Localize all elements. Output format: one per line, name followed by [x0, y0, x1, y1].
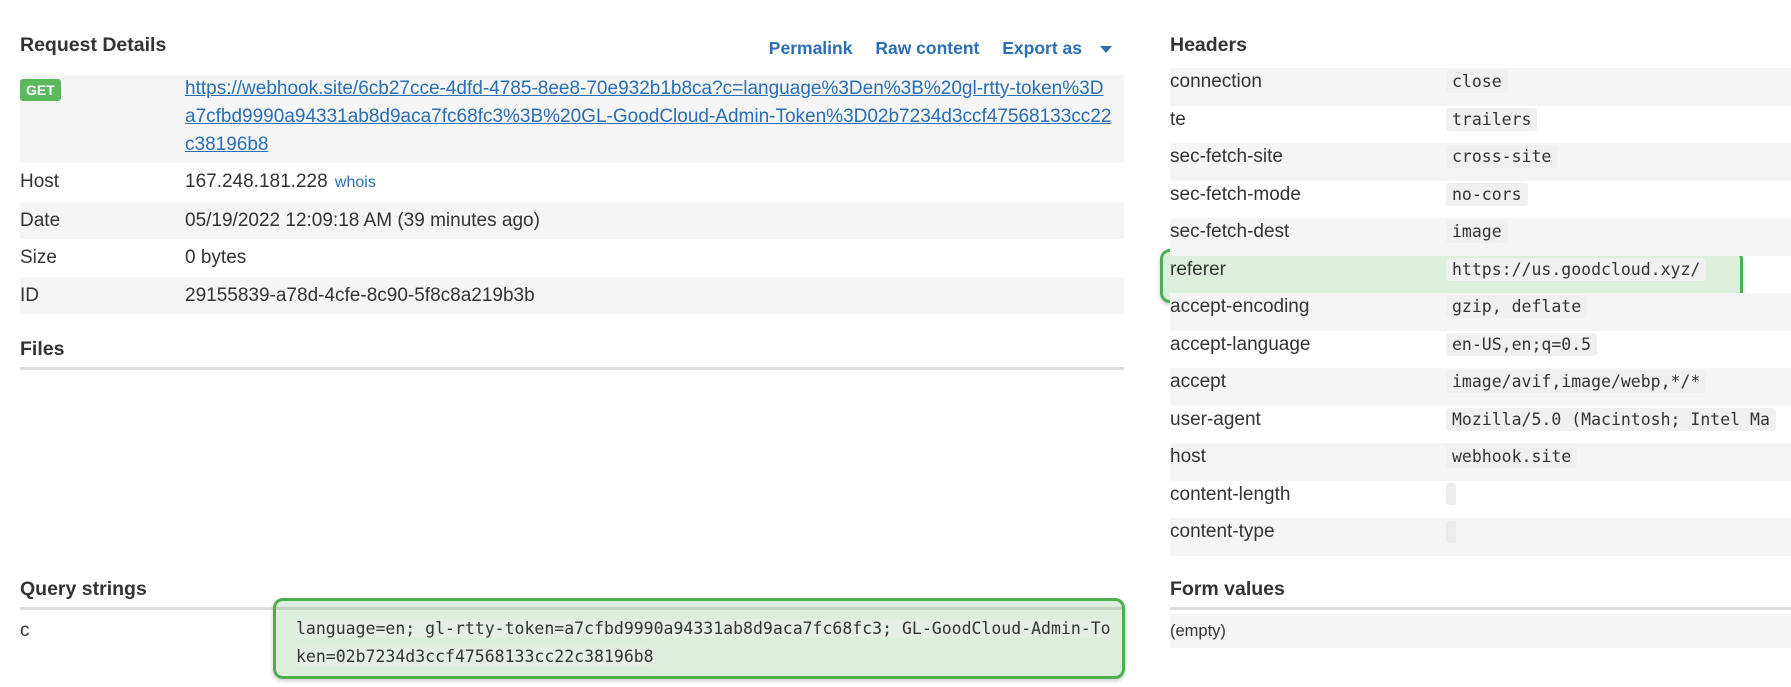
header-value: close [1446, 70, 1508, 93]
header-value-cell [1446, 481, 1791, 519]
method-badge: GET [20, 79, 61, 101]
form-divider [1170, 607, 1791, 610]
header-name: connection [1170, 71, 1262, 92]
headers-title: Headers [1170, 34, 1247, 56]
request-actions: Permalink Raw content Export as [751, 38, 1112, 59]
header-value-cell [1446, 518, 1791, 556]
header-name: referer [1170, 258, 1226, 280]
host-label: Host [20, 171, 60, 192]
header-value-cell: Mozilla/5.0 (Macintosh; Intel Ma [1446, 406, 1791, 444]
request-url-link[interactable]: https://webhook.site/6cb27cce-4dfd-4785-… [185, 78, 1111, 155]
header-name: user-agent [1170, 408, 1261, 430]
url-cell: https://webhook.site/6cb27cce-4dfd-4785-… [185, 75, 1124, 163]
header-value-empty [1446, 483, 1456, 506]
request-url-row: GET https://webhook.site/6cb27cce-4dfd-4… [20, 75, 1124, 163]
header-name: accept [1170, 371, 1226, 392]
form-values-title: Form values [1170, 578, 1285, 600]
header-name: sec-fetch-mode [1170, 183, 1301, 205]
size-value: 0 bytes [185, 247, 247, 268]
header-value-cell: en-US,en;q=0.5 [1446, 331, 1791, 369]
host-value-cell: 167.248.181.228 whois [185, 163, 1124, 202]
export-as-label: Export as [1002, 38, 1082, 58]
query-key: c [20, 620, 30, 641]
header-row: host webhook.site [1170, 443, 1791, 481]
header-value: webhook.site [1446, 445, 1578, 468]
header-value-empty [1446, 520, 1456, 543]
header-value: trailers [1446, 107, 1538, 131]
header-row: accept-encoding gzip, deflate [1170, 293, 1791, 331]
header-value: https://us.goodcloud.xyz/ [1446, 257, 1707, 281]
header-name: host [1170, 446, 1206, 467]
header-row: te trailers [1170, 106, 1791, 144]
id-value: 29155839-a78d-4cfe-8c90-5f8c8a219b3b [185, 284, 535, 306]
header-value-cell: cross-site [1446, 143, 1791, 181]
header-name: accept-language [1170, 333, 1311, 355]
request-details-title: Request Details [20, 34, 167, 56]
header-row: user-agent Mozilla/5.0 (Macintosh; Intel … [1170, 406, 1791, 444]
header-value-cell: close [1446, 68, 1791, 106]
query-value-text: language=en; gl-rtty-token=a7cfbd9990a94… [296, 619, 1111, 666]
header-value: image/avif,image/webp,*/* [1446, 370, 1707, 393]
header-name: te [1170, 108, 1186, 130]
query-strings-title: Query strings [20, 578, 147, 600]
header-row: sec-fetch-mode no-cors [1170, 181, 1791, 219]
header-row: connection close [1170, 68, 1791, 106]
whois-link[interactable]: whois [335, 174, 376, 191]
header-row: content-length [1170, 481, 1791, 519]
header-row: sec-fetch-dest image [1170, 218, 1791, 256]
files-title: Files [20, 338, 65, 360]
host-row: Host 167.248.181.228 whois [20, 163, 1124, 202]
header-name: sec-fetch-site [1170, 146, 1283, 167]
size-label: Size [20, 247, 57, 268]
header-name: accept-encoding [1170, 296, 1310, 317]
header-value-cell: webhook.site [1446, 443, 1791, 481]
header-value-cell: no-cors [1446, 181, 1791, 219]
header-value-cell: trailers [1446, 106, 1791, 144]
date-label: Date [20, 209, 61, 231]
id-row: ID 29155839-a78d-4cfe-8c90-5f8c8a219b3b [20, 276, 1124, 314]
header-value: Mozilla/5.0 (Macintosh; Intel Ma [1446, 407, 1776, 431]
header-value-cell: image [1446, 218, 1791, 256]
header-name: content-length [1170, 483, 1291, 505]
header-name: content-type [1170, 521, 1275, 542]
permalink-link[interactable]: Permalink [769, 38, 853, 58]
chevron-down-icon [1100, 45, 1112, 53]
host-value: 167.248.181.228 [185, 171, 328, 192]
header-row: content-type [1170, 518, 1791, 556]
header-value: en-US,en;q=0.5 [1446, 332, 1598, 356]
header-row: sec-fetch-site cross-site [1170, 143, 1791, 181]
header-value-cell: https://us.goodcloud.xyz/ [1446, 256, 1791, 294]
request-details-table: GET https://webhook.site/6cb27cce-4dfd-4… [20, 75, 1124, 314]
header-value: cross-site [1446, 145, 1558, 168]
header-value-cell: gzip, deflate [1446, 293, 1791, 331]
method-cell: GET [20, 75, 185, 163]
header-value: image [1446, 220, 1508, 243]
query-value: language=en; gl-rtty-token=a7cfbd9990a94… [296, 615, 1114, 671]
header-name: sec-fetch-dest [1170, 221, 1290, 242]
export-as-dropdown[interactable]: Export as [1002, 38, 1112, 58]
date-value: 05/19/2022 12:09:18 AM (39 minutes ago) [185, 209, 540, 231]
raw-content-link[interactable]: Raw content [875, 38, 979, 58]
id-label: ID [20, 284, 39, 306]
files-divider [20, 367, 1124, 370]
header-value: gzip, deflate [1446, 295, 1588, 318]
header-value: no-cors [1446, 182, 1528, 206]
size-row: Size 0 bytes [20, 239, 1124, 277]
form-values-empty: (empty) [1170, 614, 1791, 648]
header-row-referer: referer https://us.goodcloud.xyz/ [1170, 256, 1791, 294]
headers-table: connection close te trailers sec-fetch-sit… [1170, 68, 1791, 556]
header-value-cell: image/avif,image/webp,*/* [1446, 368, 1791, 406]
header-row: accept image/avif,image/webp,*/* [1170, 368, 1791, 406]
date-row: Date 05/19/2022 12:09:18 AM (39 minutes … [20, 201, 1124, 239]
header-row: accept-language en-US,en;q=0.5 [1170, 331, 1791, 369]
